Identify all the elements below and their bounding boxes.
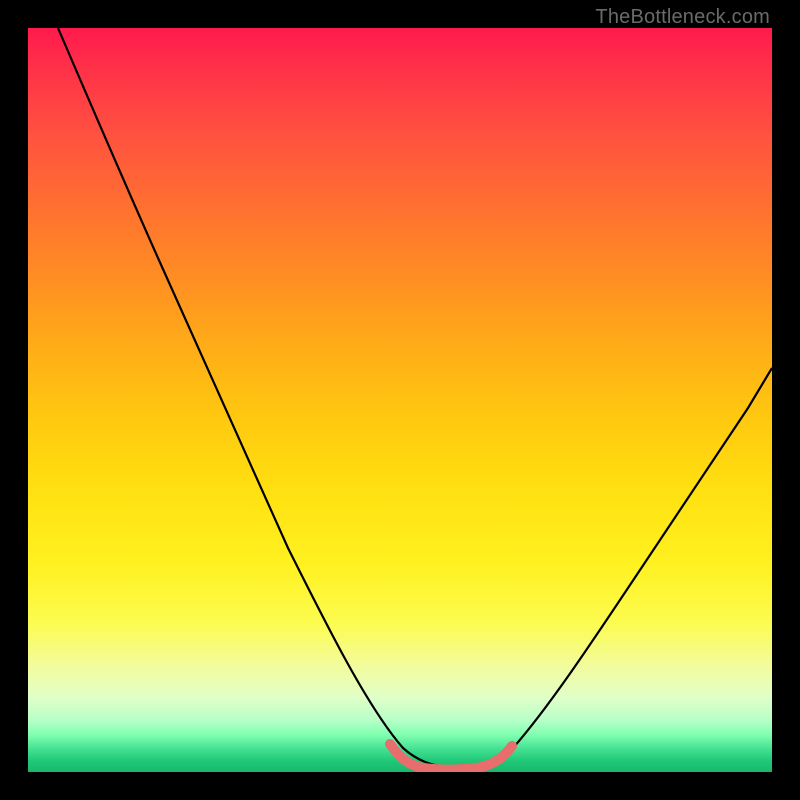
floor-band-curve: [390, 744, 512, 770]
watermark-text: TheBottleneck.com: [595, 6, 770, 29]
chart-plot-area: [28, 28, 772, 772]
chart-svg: [28, 28, 772, 772]
curve-main: [58, 28, 772, 768]
